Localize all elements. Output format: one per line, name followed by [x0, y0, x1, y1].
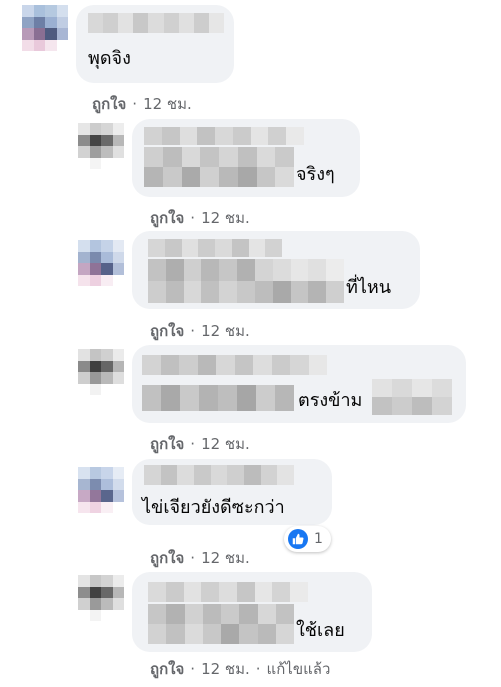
blurred-comment-text [148, 604, 294, 644]
avatar[interactable] [22, 5, 68, 51]
separator-dot: · [190, 549, 196, 567]
like-link[interactable]: ถูกใจ [150, 319, 184, 343]
timestamp[interactable]: 12 ชม. [201, 206, 250, 230]
comment-meta: ถูกใจ · 12 ชม. [92, 92, 192, 116]
like-link[interactable]: ถูกใจ [150, 657, 184, 681]
separator-dot: · [255, 660, 261, 678]
comment-text: ไข่เจียวยังดีซะกว่า [142, 497, 285, 518]
comment-meta: ถูกใจ · 12 ชม. [150, 432, 250, 456]
separator-dot: · [190, 322, 196, 340]
avatar[interactable] [78, 349, 124, 395]
blurred-author-name[interactable] [144, 127, 304, 145]
comment-text: ตรงข้าม [298, 390, 363, 411]
blurred-comment-text [372, 379, 452, 415]
comment-3: ที่ไหน ถูกใจ · 12 ชม. [0, 228, 501, 343]
comment-1: พุดจิง ถูกใจ · 12 ชม. [0, 0, 501, 113]
like-link[interactable]: ถูกใจ [92, 92, 126, 116]
comment-6: ใช้เลย ถูกใจ · 12 ชม. · แก้ไขแล้ว [0, 567, 501, 687]
like-link[interactable]: ถูกใจ [150, 206, 184, 230]
comment-2: จริงๆ ถูกใจ · 12 ชม. [0, 115, 501, 230]
comment-4: ตรงข้าม ถูกใจ · 12 ชม. [0, 341, 501, 457]
timestamp[interactable]: 12 ชม. [201, 432, 250, 456]
timestamp[interactable]: 12 ชม. [201, 657, 250, 681]
comment-bubble: ตรงข้าม [132, 345, 466, 423]
avatar[interactable] [78, 240, 124, 286]
comment-text: ที่ไหน [346, 277, 392, 298]
timestamp[interactable]: 12 ชม. [201, 319, 250, 343]
comment-bubble: จริงๆ [132, 119, 360, 197]
comment-meta: ถูกใจ · 12 ชม. · แก้ไขแล้ว [150, 657, 330, 681]
comment-bubble: ไข่เจียวยังดีซะกว่า [132, 459, 332, 525]
blurred-author-name[interactable] [88, 13, 224, 33]
comment-meta: ถูกใจ · 12 ชม. [150, 206, 250, 230]
reaction-count: 1 [314, 531, 323, 547]
blurred-comment-text [148, 259, 344, 303]
like-icon [288, 529, 308, 549]
blurred-author-name[interactable] [148, 239, 282, 257]
blurred-author-name[interactable] [142, 355, 327, 375]
comment-meta: ถูกใจ · 12 ชม. [150, 319, 250, 343]
comment-bubble: ที่ไหน [132, 231, 420, 309]
blurred-comment-text [144, 147, 294, 187]
blurred-author-name[interactable] [148, 582, 308, 602]
blurred-comment-text [142, 385, 294, 411]
reaction-badge[interactable]: 1 [284, 526, 331, 552]
timestamp[interactable]: 12 ชม. [143, 92, 192, 116]
edited-label[interactable]: แก้ไขแล้ว [267, 657, 331, 681]
comment-bubble: พุดจิง [76, 5, 234, 83]
comment-text: ใช้เลย [296, 620, 345, 641]
separator-dot: · [190, 209, 196, 227]
separator-dot: · [190, 660, 196, 678]
avatar[interactable] [78, 123, 124, 169]
separator-dot: · [132, 95, 138, 113]
like-link[interactable]: ถูกใจ [150, 432, 184, 456]
comment-text: พุดจิง [88, 48, 131, 69]
blurred-author-name[interactable] [144, 465, 294, 485]
separator-dot: · [190, 435, 196, 453]
avatar[interactable] [78, 575, 124, 621]
comment-text: จริงๆ [296, 164, 335, 185]
avatar[interactable] [78, 467, 124, 513]
comment-5: ไข่เจียวยังดีซะกว่า 1 ถูกใจ · 12 ชม. [0, 455, 501, 570]
comment-bubble: ใช้เลย [132, 572, 372, 652]
